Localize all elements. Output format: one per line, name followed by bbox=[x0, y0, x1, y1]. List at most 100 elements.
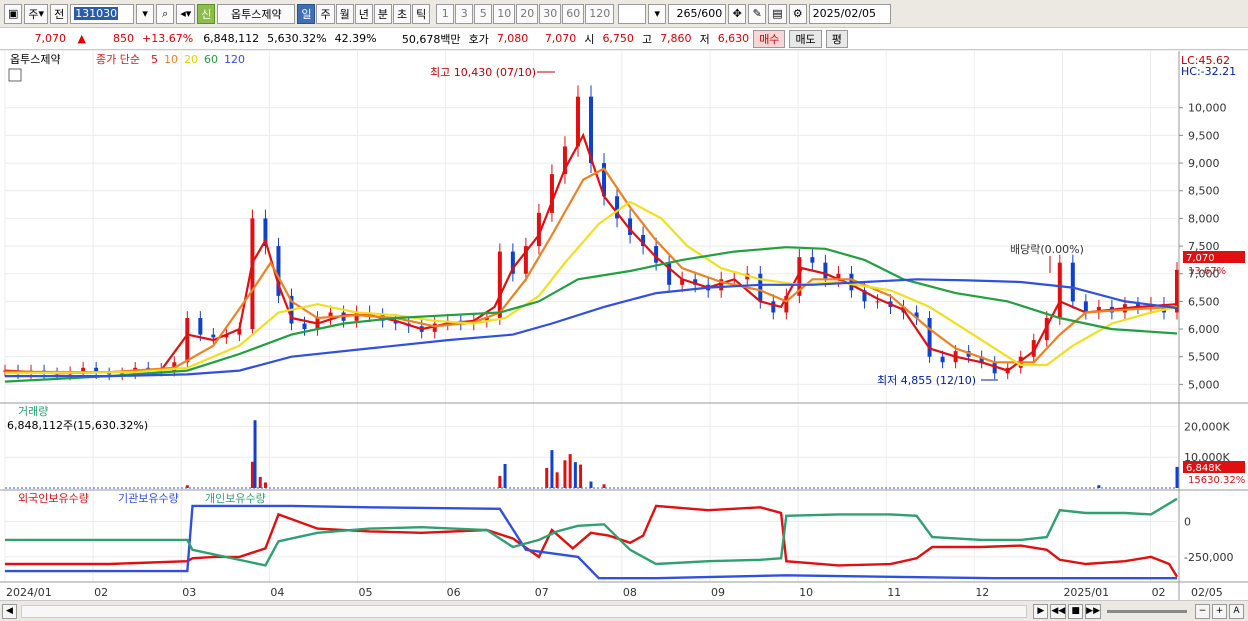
legend-stock-name: 옵투스제약 bbox=[10, 52, 61, 66]
scroll-bar: ◀ ▶ ◀◀ ■ ▶▶ − + A bbox=[0, 600, 1248, 621]
period-tab-2[interactable]: 월 bbox=[335, 3, 354, 24]
x-tick-label: 12 bbox=[975, 586, 989, 599]
change-percent: +13.67% bbox=[142, 32, 194, 45]
price-panel bbox=[3, 71, 1179, 383]
y-tick-label: 5,500 bbox=[1188, 351, 1220, 364]
window-icon[interactable]: ▣ bbox=[4, 3, 23, 24]
interval-tab-3[interactable]: 3 bbox=[455, 3, 474, 24]
interval-tab-20[interactable]: 20 bbox=[516, 3, 539, 24]
current-price-tag-text: 7,070 bbox=[1186, 253, 1215, 264]
search-icon[interactable]: ⌕ bbox=[156, 3, 175, 24]
period-tab-4[interactable]: 분 bbox=[373, 3, 392, 24]
x-tick-label: 2025/01 bbox=[1063, 586, 1109, 599]
count-total: /600 bbox=[697, 7, 723, 20]
rewind-icon[interactable]: ◀◀ bbox=[1050, 603, 1067, 619]
candle-body bbox=[198, 318, 203, 335]
open-price: 6,750 bbox=[602, 32, 634, 45]
auto-icon[interactable]: A bbox=[1229, 603, 1244, 619]
volume-bar bbox=[263, 482, 267, 488]
low-price: 6,630 bbox=[717, 32, 750, 45]
tools-icon[interactable]: ✎ bbox=[748, 3, 767, 24]
volume-tag-text: 6,848K bbox=[1186, 463, 1222, 474]
calendar-icon[interactable] bbox=[8, 68, 22, 82]
interval-tab-60[interactable]: 60 bbox=[562, 3, 585, 24]
gear-icon[interactable]: ⚙ bbox=[788, 3, 807, 24]
low-label: 저 bbox=[699, 32, 710, 46]
right-arrow-icon[interactable]: ▶ bbox=[1033, 603, 1049, 619]
candle-body bbox=[575, 96, 580, 147]
interval-tab-30[interactable]: 30 bbox=[539, 3, 562, 24]
market-select[interactable]: 주 ▾ bbox=[24, 3, 49, 24]
up-arrow-icon: ▲ bbox=[77, 32, 86, 45]
x-tick-label: 04 bbox=[270, 586, 284, 599]
fast-forward-icon[interactable]: ▶▶ bbox=[1085, 603, 1101, 619]
interval-tab-5[interactable]: 5 bbox=[474, 3, 493, 24]
interval-tab-120[interactable]: 120 bbox=[585, 3, 615, 24]
candle-body bbox=[211, 334, 216, 338]
interval-tab-1[interactable]: 1 bbox=[436, 3, 455, 24]
amount-value: 50,678백만 bbox=[401, 32, 461, 46]
period-tab-3[interactable]: 년 bbox=[354, 3, 373, 24]
legend-ma60: 60 bbox=[204, 53, 218, 66]
date-input[interactable]: 2025/02/05 bbox=[808, 3, 891, 24]
high-price: 7,860 bbox=[660, 32, 692, 45]
left-arrow-icon[interactable]: ◀ bbox=[2, 603, 17, 619]
volume-bar bbox=[498, 475, 502, 488]
speaker-icon[interactable]: ◂▾ bbox=[176, 3, 196, 24]
legend-ma20: 20 bbox=[184, 53, 198, 66]
stock-name[interactable]: 옵투스제약 bbox=[217, 3, 296, 24]
interval-tab-10[interactable]: 10 bbox=[493, 3, 516, 24]
sell-button[interactable]: 매도 bbox=[789, 29, 822, 48]
x-tick-label: 07 bbox=[535, 586, 549, 599]
x-tick-label: 06 bbox=[447, 586, 461, 599]
volume-bar bbox=[602, 484, 606, 488]
max-label: 최고 10,430 (07/10) bbox=[430, 66, 536, 79]
scroll-track[interactable] bbox=[21, 604, 1028, 618]
zoom-in-icon[interactable]: + bbox=[1212, 603, 1227, 619]
code-dropdown-icon[interactable]: ▾ bbox=[136, 3, 155, 24]
y-tick-label: 6,000 bbox=[1188, 323, 1220, 336]
y-tick-label: 9,000 bbox=[1188, 157, 1220, 170]
code-input[interactable]: 131030 bbox=[70, 3, 135, 24]
legend-foreign: 외국인보유수량 bbox=[18, 492, 89, 505]
zoom-out-icon[interactable]: − bbox=[1195, 603, 1210, 619]
y-tick-label: 8,000 bbox=[1188, 212, 1220, 225]
period-tab-6[interactable]: 틱 bbox=[412, 3, 431, 24]
volume-bar bbox=[579, 464, 583, 488]
save-icon[interactable]: ▤ bbox=[768, 3, 787, 24]
crosshair-icon[interactable]: ✥ bbox=[728, 3, 747, 24]
interval-dropdown-icon[interactable]: ▾ bbox=[648, 3, 667, 24]
legend-ma10: 10 bbox=[164, 53, 178, 66]
bid-price-2: 7,070 bbox=[544, 32, 577, 45]
toolbar: ▣ 주 ▾ 전 131030 ▾ ⌕ ◂▾ 신 옵투스제약 일주월년분초틱 135… bbox=[0, 0, 1248, 28]
x-tick-label: 10 bbox=[799, 586, 813, 599]
x-tick-label: 05 bbox=[358, 586, 372, 599]
interval-input[interactable] bbox=[618, 3, 647, 24]
period-tabs: 일주월년분초틱 bbox=[297, 3, 431, 24]
candle-body bbox=[875, 301, 880, 303]
period-tab-1[interactable]: 주 bbox=[316, 3, 335, 24]
x-tick-label: 02/05 bbox=[1191, 586, 1223, 599]
dividend-label: 배당락(0.00%) bbox=[1010, 243, 1084, 256]
eval-button[interactable]: 평 bbox=[825, 29, 848, 48]
stock-chart[interactable]: 2024/01 02 03 04 05 06 07 08 09 10 11 12 2025/01 02 02… bbox=[0, 51, 1248, 600]
candle-body bbox=[1070, 262, 1075, 302]
candle-body bbox=[497, 251, 502, 318]
market-label: 주 bbox=[28, 7, 39, 21]
volume-bar bbox=[253, 420, 257, 488]
interval-tabs: 1 3 5 10 20 30 60 120 bbox=[436, 3, 615, 24]
zoom-slider[interactable] bbox=[1107, 609, 1187, 613]
legend-individual: 개인보유수량 bbox=[205, 492, 266, 505]
volume-bar bbox=[555, 472, 559, 488]
volume-bar bbox=[573, 462, 577, 488]
volume-bar bbox=[550, 450, 554, 488]
prev-button[interactable]: 전 bbox=[50, 3, 69, 24]
volume-value: 6,848,112 bbox=[203, 32, 260, 45]
period-tab-0[interactable]: 일 bbox=[297, 3, 316, 24]
period-tab-5[interactable]: 초 bbox=[392, 3, 412, 24]
stop-icon[interactable]: ■ bbox=[1068, 603, 1084, 619]
candle-body bbox=[185, 318, 190, 363]
buy-button[interactable]: 매수 bbox=[753, 29, 786, 48]
count-input[interactable]: 265/600 bbox=[668, 3, 727, 24]
legend-ma-label: 종가 단순 bbox=[96, 53, 140, 66]
